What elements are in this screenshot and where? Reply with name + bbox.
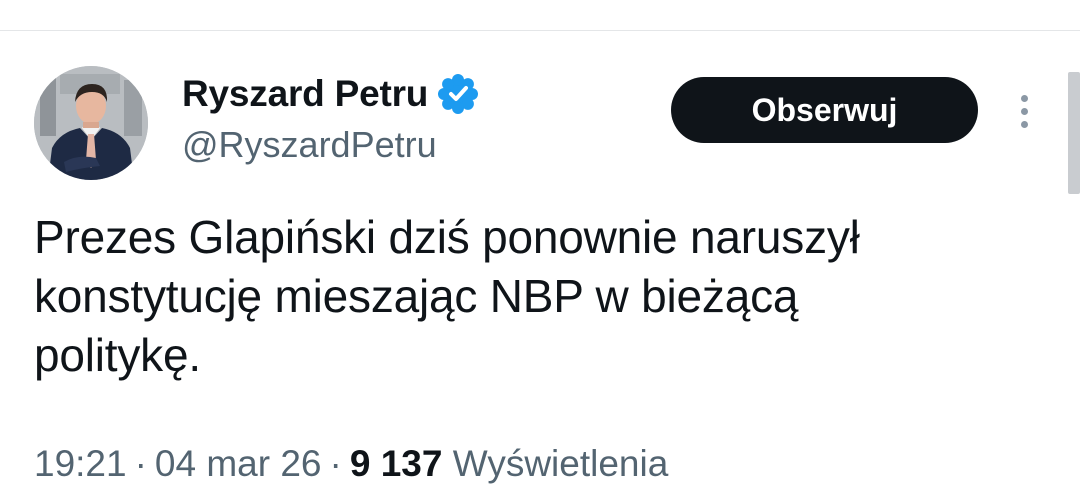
author-name-row: Ryszard Petru — [182, 72, 479, 116]
verified-badge-shape — [438, 74, 479, 114]
post-text-line: konstytucję mieszając NBP w bieżącą — [34, 270, 799, 322]
top-divider — [0, 30, 1080, 31]
views-count: 9 137 — [349, 443, 443, 484]
post-text: Prezes Glapiński dziś ponownie naruszył … — [34, 208, 1044, 385]
more-vertical-icon[interactable] — [1006, 88, 1042, 134]
more-dot — [1020, 120, 1028, 128]
author-block: Ryszard Petru @RyszardPetru — [182, 72, 479, 166]
avatar-photo — [34, 66, 148, 180]
meta-separator: · — [329, 443, 342, 484]
post-time[interactable]: 19:21 — [34, 443, 127, 484]
post-date[interactable]: 04 mar 26 — [155, 443, 322, 484]
more-dot — [1020, 107, 1028, 115]
post-text-line: politykę. — [34, 329, 201, 381]
post-meta: 19:21 · 04 mar 26 · 9 137 Wyświetlenia — [34, 440, 668, 486]
author-display-name[interactable]: Ryszard Petru — [182, 73, 428, 115]
follow-button[interactable]: Obserwuj — [671, 77, 978, 143]
author-handle[interactable]: @RyszardPetru — [182, 124, 478, 166]
meta-separator: · — [134, 443, 147, 484]
post-screen: Ryszard Petru @RyszardPetru Obserwuj Pre… — [0, 0, 1080, 486]
verified-badge-icon[interactable] — [438, 74, 479, 114]
scrollbar-thumb[interactable] — [1068, 72, 1080, 194]
views-label: Wyświetlenia — [452, 443, 669, 484]
more-dot — [1020, 94, 1028, 102]
post-text-line: Prezes Glapiński dziś ponownie naruszył — [34, 211, 860, 263]
avatar[interactable] — [34, 66, 148, 180]
